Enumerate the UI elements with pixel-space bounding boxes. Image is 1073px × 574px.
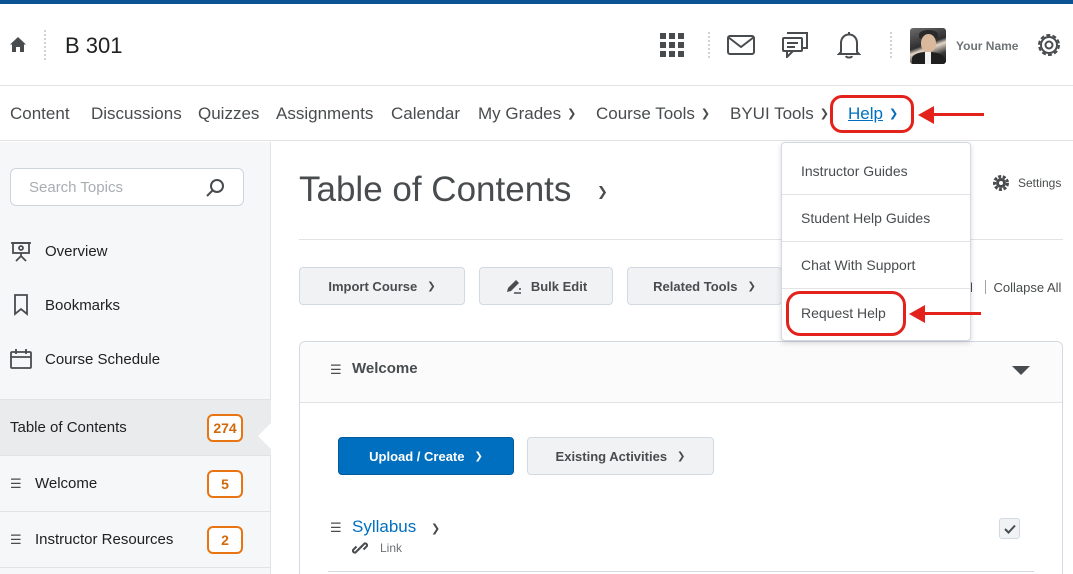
drag-handle-icon[interactable]: ☰ bbox=[10, 476, 35, 492]
annotation-circle-request-help bbox=[786, 291, 906, 336]
sidebar-item-table-of-contents[interactable]: Table of Contents 274 bbox=[0, 399, 271, 455]
menu-item-instructor-guides[interactable]: Instructor Guides bbox=[782, 148, 970, 195]
header: B 301 Your Name bbox=[0, 4, 1073, 86]
home-icon[interactable] bbox=[9, 36, 27, 54]
sidebar-item-bookmarks[interactable]: Bookmarks bbox=[10, 290, 120, 320]
topic-type-label: Link bbox=[380, 541, 403, 555]
chevron-down-icon: ❯ bbox=[427, 280, 436, 292]
count-badge: 5 bbox=[207, 470, 243, 498]
sidebar-item-overview[interactable]: Overview bbox=[10, 236, 108, 266]
chevron-down-icon: ❯ bbox=[567, 108, 577, 120]
menu-item-chat-with-support[interactable]: Chat With Support bbox=[782, 242, 970, 289]
chevron-down-icon: ❯ bbox=[819, 108, 829, 120]
expand-collapse-links: l Collapse All bbox=[970, 280, 1061, 295]
gear-icon[interactable] bbox=[1034, 30, 1064, 60]
related-tools-button[interactable]: Related Tools ❯ bbox=[627, 267, 782, 305]
sidebar: Search Topics Overview Bookmarks Course … bbox=[0, 142, 271, 574]
annotation-arrow-request-help bbox=[924, 312, 981, 315]
chevron-down-icon: ❯ bbox=[677, 450, 686, 462]
sidebar-item-label: Bookmarks bbox=[45, 296, 121, 314]
sidebar-item-welcome[interactable]: ☰ Welcome 5 bbox=[0, 455, 271, 511]
sidebar-item-label: Table of Contents bbox=[10, 419, 127, 436]
annotation-arrowhead bbox=[918, 106, 934, 124]
menu-item-student-help-guides[interactable]: Student Help Guides bbox=[782, 195, 970, 242]
nav-discussions[interactable]: Discussions bbox=[91, 104, 182, 124]
search-placeholder: Search Topics bbox=[29, 179, 123, 196]
count-badge: 2 bbox=[207, 526, 243, 554]
mail-icon[interactable] bbox=[726, 30, 756, 60]
header-divider bbox=[890, 32, 892, 58]
collapse-all-link[interactable]: Collapse All bbox=[994, 280, 1062, 295]
nav-course-tools[interactable]: Course Tools ❯ bbox=[596, 104, 710, 124]
annotation-arrow-help bbox=[934, 113, 984, 116]
nav-calendar[interactable]: Calendar bbox=[391, 104, 460, 124]
active-indicator bbox=[258, 422, 272, 450]
nav-quizzes[interactable]: Quizzes bbox=[198, 104, 259, 124]
avatar[interactable] bbox=[910, 28, 946, 64]
presentation-icon bbox=[10, 240, 32, 262]
module-title[interactable]: Welcome bbox=[352, 360, 418, 377]
chevron-down-icon: ❯ bbox=[700, 108, 711, 120]
header-divider bbox=[708, 32, 710, 58]
bookmark-icon bbox=[10, 294, 32, 316]
chevron-down-icon[interactable]: ❯ bbox=[431, 522, 440, 535]
course-title[interactable]: B 301 bbox=[65, 33, 123, 59]
drag-handle-icon[interactable]: ☰ bbox=[330, 520, 342, 536]
import-course-button[interactable]: Import Course ❯ bbox=[299, 267, 465, 305]
sidebar-item-label: Overview bbox=[45, 242, 108, 260]
user-name[interactable]: Your Name bbox=[956, 39, 1018, 53]
sidebar-item-label: Course Schedule bbox=[45, 350, 161, 368]
annotation-circle-help bbox=[830, 95, 914, 133]
bulk-edit-button[interactable]: Bulk Edit bbox=[479, 267, 613, 305]
nav-assignments[interactable]: Assignments bbox=[276, 104, 373, 124]
sidebar-item-course-schedule[interactable]: Course Schedule bbox=[10, 344, 160, 374]
upload-create-button[interactable]: Upload / Create ❯ bbox=[338, 437, 514, 475]
sidebar-item-label: Welcome bbox=[35, 475, 98, 492]
topic-title-link[interactable]: Syllabus bbox=[352, 517, 416, 537]
count-badge: 274 bbox=[207, 414, 243, 442]
nav-content[interactable]: Content bbox=[10, 104, 70, 124]
search-input[interactable]: Search Topics bbox=[10, 168, 244, 206]
calendar-icon bbox=[10, 348, 32, 370]
link-icon bbox=[352, 542, 368, 554]
chevron-down-icon: ❯ bbox=[474, 450, 483, 462]
drag-handle-icon[interactable]: ☰ bbox=[10, 532, 35, 548]
annotation-arrowhead bbox=[909, 305, 925, 323]
nav-my-grades[interactable]: My Grades ❯ bbox=[478, 104, 576, 124]
topic-checkbox[interactable] bbox=[999, 518, 1020, 539]
caret-down-icon[interactable] bbox=[1012, 366, 1030, 375]
chevron-down-icon[interactable]: ❯ bbox=[597, 184, 608, 200]
check-icon bbox=[1003, 524, 1016, 534]
header-divider bbox=[44, 30, 46, 60]
chevron-down-icon: ❯ bbox=[747, 280, 756, 292]
pencil-icon bbox=[506, 280, 521, 294]
sidebar-divider bbox=[0, 567, 271, 574]
gear-icon bbox=[993, 175, 1009, 191]
chat-icon[interactable] bbox=[780, 30, 810, 60]
divider bbox=[328, 571, 1034, 572]
sidebar-item-label: Instructor Resources bbox=[35, 531, 174, 548]
bell-icon[interactable] bbox=[834, 30, 864, 60]
module-header: ☰ Welcome bbox=[300, 342, 1062, 403]
page-title: Table of Contents bbox=[299, 170, 572, 209]
sidebar-item-instructor-resources[interactable]: ☰ Instructor Resources 2 bbox=[0, 511, 271, 567]
app-grid-icon[interactable] bbox=[657, 30, 687, 60]
existing-activities-button[interactable]: Existing Activities ❯ bbox=[527, 437, 714, 475]
drag-handle-icon[interactable]: ☰ bbox=[330, 362, 342, 378]
nav-byui-tools[interactable]: BYUI Tools ❯ bbox=[730, 104, 829, 124]
settings-link[interactable]: Settings bbox=[992, 174, 1061, 192]
topic-type: Link bbox=[352, 540, 402, 556]
settings-label: Settings bbox=[1018, 176, 1062, 190]
search-icon[interactable] bbox=[205, 178, 225, 198]
